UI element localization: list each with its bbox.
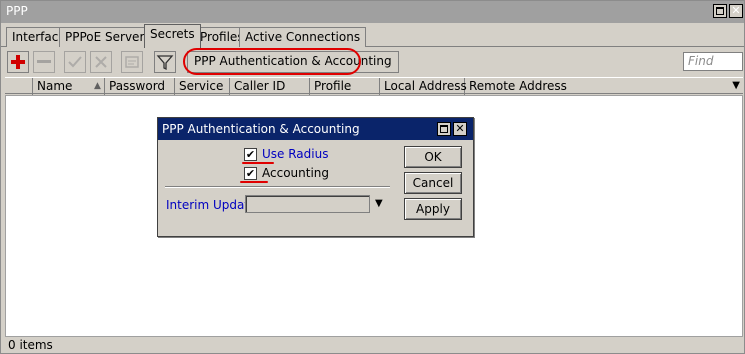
maximize-button[interactable] (713, 4, 727, 18)
close-button[interactable]: ✕ (729, 4, 743, 18)
use-radius-label: Use Radius (262, 147, 329, 161)
tab-secrets[interactable]: Secrets (144, 24, 201, 48)
use-radius-checkbox[interactable]: ✔ (244, 148, 257, 161)
dialog-close-button[interactable]: ✕ (453, 122, 467, 136)
accounting-label: Accounting (262, 166, 330, 180)
table-header: Name ▲ Password Service Caller ID Profil… (5, 77, 743, 95)
plus-icon (11, 55, 25, 69)
column-menu-icon[interactable]: ▼ (732, 80, 740, 91)
minus-icon (37, 60, 51, 63)
x-icon (95, 56, 107, 68)
column-password[interactable]: Password (105, 78, 175, 95)
accounting-checkbox[interactable]: ✔ (244, 167, 257, 180)
dialog-maximize-button[interactable] (437, 122, 451, 136)
tab-bar: Interface PPPoE Servers Secrets Profiles… (1, 23, 744, 48)
close-icon: ✕ (455, 122, 465, 135)
ok-button[interactable]: OK (404, 146, 462, 168)
toolbar: PPP Authentication & Accounting Find (1, 48, 744, 76)
status-bar: 0 items (8, 338, 53, 352)
disable-button[interactable] (90, 51, 112, 73)
remove-button[interactable] (33, 51, 55, 73)
sort-icon: ▲ (94, 81, 101, 91)
ppp-window: PPP ✕ Interface PPPoE Servers Secrets Pr… (0, 0, 745, 354)
apply-button[interactable]: Apply (404, 198, 462, 220)
maximize-icon (716, 7, 724, 15)
filter-button[interactable] (154, 51, 176, 73)
ppp-auth-accounting-button[interactable]: PPP Authentication & Accounting (187, 51, 399, 73)
note-icon (125, 56, 139, 68)
tab-active-connections[interactable]: Active Connections (239, 27, 367, 47)
annotation-underline-accounting (240, 181, 268, 183)
filter-icon (156, 55, 174, 71)
annotation-underline-radius (242, 162, 274, 164)
column-service[interactable]: Service (175, 78, 230, 95)
dialog-title: PPP Authentication & Accounting (162, 122, 360, 136)
column-profile[interactable]: Profile (310, 78, 380, 95)
dropdown-arrow-icon[interactable]: ▼ (375, 198, 383, 209)
interim-update-input[interactable] (245, 195, 370, 213)
ppp-auth-dialog: PPP Authentication & Accounting ✕ ✔ Use … (157, 117, 474, 237)
column-caller-id[interactable]: Caller ID (230, 78, 310, 95)
add-button[interactable] (7, 51, 29, 73)
column-local-address[interactable]: Local Address (380, 78, 467, 95)
window-titlebar[interactable]: PPP ✕ (1, 1, 744, 23)
check-icon (68, 56, 82, 68)
cancel-button[interactable]: Cancel (404, 172, 462, 194)
comment-button[interactable] (121, 51, 143, 73)
separator (165, 186, 390, 188)
enable-button[interactable] (64, 51, 86, 73)
dialog-titlebar[interactable]: PPP Authentication & Accounting ✕ (158, 118, 473, 140)
tab-pppoe-servers[interactable]: PPPoE Servers (59, 27, 157, 47)
maximize-icon (440, 125, 448, 133)
find-input[interactable]: Find (683, 52, 743, 71)
close-icon: ✕ (731, 4, 741, 17)
window-title: PPP (6, 4, 28, 18)
column-remote-address[interactable]: Remote Address (465, 78, 730, 95)
column-select[interactable] (5, 78, 33, 95)
